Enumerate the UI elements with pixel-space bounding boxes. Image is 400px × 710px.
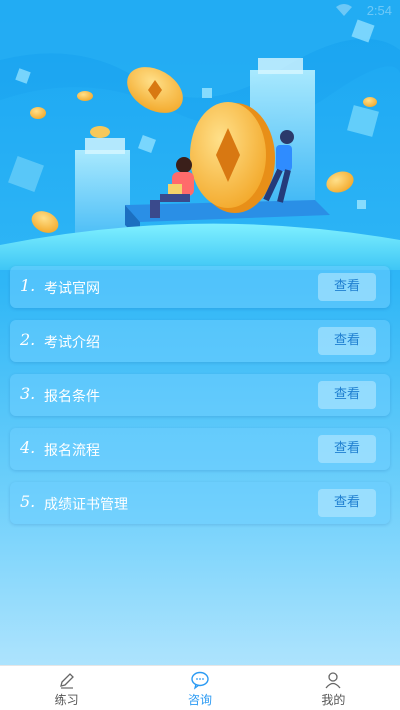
tab-practice[interactable]: 练习 [0, 666, 133, 710]
view-button[interactable]: 查看 [318, 327, 376, 355]
view-button[interactable]: 查看 [318, 435, 376, 463]
tab-label: 咨询 [187, 693, 212, 707]
item-number: 5. [20, 492, 36, 511]
view-button[interactable]: 查看 [318, 489, 376, 517]
list-item-registration-process: 4. 报名流程 查看 [10, 428, 390, 470]
view-button[interactable]: 查看 [318, 381, 376, 409]
view-button[interactable]: 查看 [318, 273, 376, 301]
item-number: 3. [20, 384, 36, 403]
item-number: 4. [20, 438, 36, 457]
tab-consult[interactable]: 咨询 [133, 666, 266, 710]
list-item-exam-website: 1. 考试官网 查看 [10, 266, 390, 308]
item-label: 考试官网 [44, 281, 100, 297]
pencil-icon [57, 670, 77, 690]
consult-list: 1. 考试官网 查看 2. 考试介绍 查看 3. 报名条件 查看 4. 报名流程… [10, 266, 390, 536]
item-label: 成绩证书管理 [44, 497, 128, 513]
tab-label: 我的 [321, 693, 346, 707]
bottom-tab-bar: 练习 咨询 我的 [0, 665, 400, 710]
list-item-certificate-management: 5. 成绩证书管理 查看 [10, 482, 390, 524]
tab-mine[interactable]: 我的 [267, 666, 400, 710]
tab-label: 练习 [54, 693, 79, 707]
item-label: 考试介绍 [44, 335, 100, 351]
hero-illustration [0, 0, 400, 270]
user-icon [323, 670, 343, 690]
list-item-exam-intro: 2. 考试介绍 查看 [10, 320, 390, 362]
item-label: 报名流程 [44, 443, 100, 459]
item-label: 报名条件 [44, 389, 100, 405]
chat-icon [190, 670, 210, 690]
item-number: 1. [20, 276, 36, 295]
list-item-registration-conditions: 3. 报名条件 查看 [10, 374, 390, 416]
item-number: 2. [20, 330, 36, 349]
